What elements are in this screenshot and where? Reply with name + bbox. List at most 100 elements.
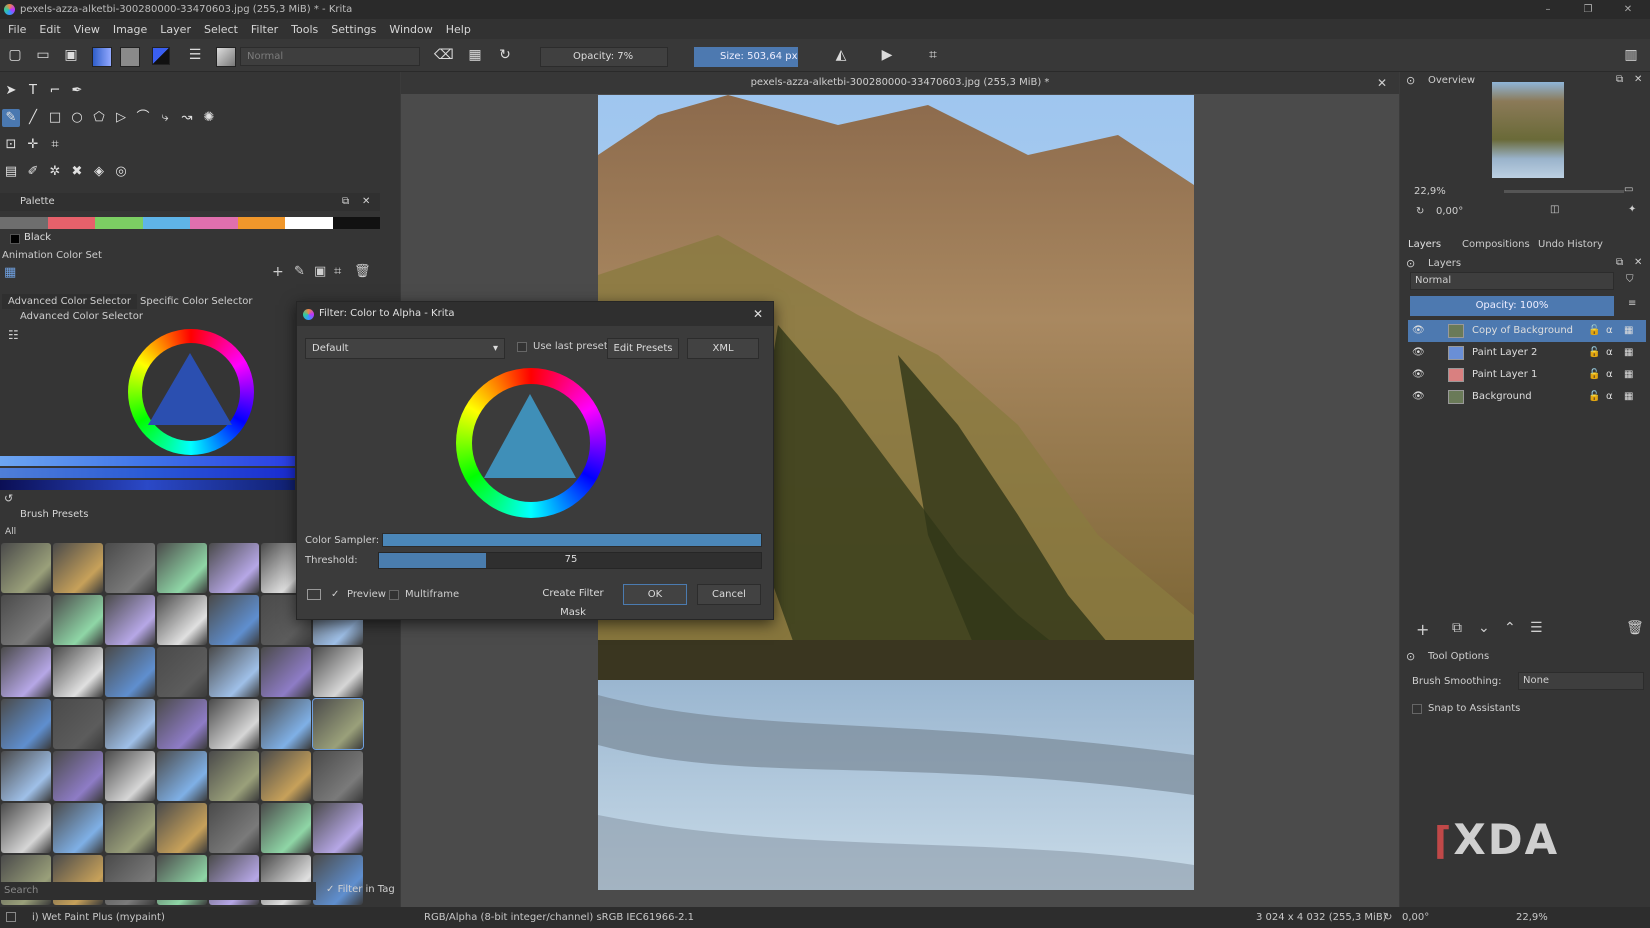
- color-slider-3[interactable]: [0, 480, 295, 490]
- layer-row[interactable]: 👁 Paint Layer 2 🔓 α ▦: [1408, 342, 1646, 364]
- workspace-icon[interactable]: ▥: [1622, 46, 1640, 64]
- alpha-lock-icon[interactable]: α: [1606, 386, 1613, 408]
- status-rotation[interactable]: 0,00°: [1402, 907, 1429, 928]
- line-tool-icon[interactable]: ╱: [24, 109, 42, 127]
- layer-row[interactable]: 👁 Paint Layer 1 🔓 α ▦: [1408, 364, 1646, 386]
- duplicate-layer-icon[interactable]: ⧉: [1452, 620, 1462, 636]
- brush-preset-tile[interactable]: [313, 855, 363, 905]
- inherit-alpha-icon[interactable]: ▦: [1624, 320, 1633, 342]
- gradient-swatch[interactable]: [92, 47, 112, 67]
- color-picker-tool-icon[interactable]: ✐: [24, 163, 42, 181]
- palette-swatch[interactable]: [332, 217, 380, 229]
- float-panel-icon[interactable]: ⧉: [1616, 74, 1623, 85]
- freehand-brush-tool-icon[interactable]: ✎: [2, 109, 20, 127]
- close-window-button[interactable]: ✕: [1610, 0, 1646, 19]
- eraser-icon[interactable]: ⌫: [434, 46, 454, 64]
- rectangle-tool-icon[interactable]: □: [46, 109, 64, 127]
- compare-preview-icon[interactable]: [307, 589, 321, 600]
- menu-window[interactable]: Window: [389, 23, 432, 36]
- brush-preset-tile[interactable]: [157, 647, 207, 697]
- document-tab[interactable]: pexels-azza-alketbi-300280000-33470603.j…: [401, 72, 1399, 94]
- maximize-button[interactable]: ❐: [1570, 0, 1606, 19]
- brush-preset-tile[interactable]: [105, 751, 155, 801]
- lock-icon[interactable]: 🔓: [1588, 386, 1600, 408]
- inherit-alpha-icon[interactable]: ▦: [1624, 342, 1633, 364]
- palette-swatch[interactable]: [47, 217, 95, 229]
- brush-preset-tile[interactable]: [105, 543, 155, 593]
- ellipse-tool-icon[interactable]: ○: [68, 109, 86, 127]
- minimize-button[interactable]: –: [1530, 0, 1566, 19]
- brush-preset-tile[interactable]: [1, 803, 51, 853]
- status-brush[interactable]: i) Wet Paint Plus (mypaint): [32, 907, 165, 928]
- brush-preset-tile[interactable]: [261, 803, 311, 853]
- brush-preset-tile[interactable]: [53, 803, 103, 853]
- menu-select[interactable]: Select: [204, 23, 238, 36]
- color-slider-1[interactable]: [0, 456, 295, 466]
- tab-advanced-color-selector[interactable]: Advanced Color Selector: [2, 294, 137, 309]
- layer-blend-select[interactable]: Normal: [1410, 272, 1614, 290]
- multibrush-tool-icon[interactable]: ✺: [200, 109, 218, 127]
- multiframe-checkbox[interactable]: [389, 590, 399, 600]
- brush-preset-tile[interactable]: [53, 595, 103, 645]
- add-color-icon[interactable]: +: [272, 264, 284, 280]
- menu-settings[interactable]: Settings: [331, 23, 376, 36]
- palette-swatch[interactable]: [237, 217, 285, 229]
- dialog-color-triangle[interactable]: [484, 394, 576, 478]
- brush-preset-tile[interactable]: [105, 647, 155, 697]
- move-layer-up-icon[interactable]: ⌃: [1504, 620, 1516, 636]
- reload-preset-icon[interactable]: ↻: [496, 46, 514, 64]
- alpha-lock-icon[interactable]: α: [1606, 364, 1613, 386]
- zoom-slider[interactable]: [1504, 190, 1624, 193]
- float-panel-icon[interactable]: ⧉: [342, 193, 349, 211]
- brush-preset-tile[interactable]: [53, 751, 103, 801]
- brush-preset-tile[interactable]: [105, 803, 155, 853]
- visibility-eye-icon[interactable]: 👁: [1412, 386, 1425, 408]
- assistant-tool-icon[interactable]: ✖: [68, 163, 86, 181]
- color-triangle[interactable]: [148, 353, 232, 425]
- create-filter-mask-button[interactable]: Create Filter Mask: [533, 584, 613, 618]
- palette-swatch[interactable]: [190, 217, 238, 229]
- brush-preset-tile[interactable]: [157, 543, 207, 593]
- close-panel-icon[interactable]: ✕: [362, 193, 370, 211]
- brush-preset-tile[interactable]: [209, 543, 259, 593]
- transform-tool-icon[interactable]: ⊡: [2, 136, 20, 154]
- xml-button[interactable]: XML: [687, 338, 759, 359]
- brush-preset-tile[interactable]: [157, 595, 207, 645]
- dialog-color-wheel[interactable]: [456, 368, 606, 518]
- brush-preset-tile[interactable]: [313, 647, 363, 697]
- layers-menu-icon[interactable]: ≡: [1628, 298, 1636, 309]
- brush-preset-tile[interactable]: [53, 543, 103, 593]
- palette-grid-icon[interactable]: ▦: [4, 265, 16, 280]
- inherit-alpha-icon[interactable]: ▦: [1624, 364, 1633, 386]
- brush-preset-icon[interactable]: [216, 47, 236, 67]
- edit-shapes-tool-icon[interactable]: ⌐: [46, 82, 64, 100]
- polygon-tool-icon[interactable]: ⬠: [90, 109, 108, 127]
- alpha-lock-icon[interactable]: ▦: [466, 46, 484, 64]
- brush-preset-tile[interactable]: [1, 647, 51, 697]
- opacity-slider[interactable]: Opacity: 7%: [540, 47, 668, 67]
- layer-opacity-slider[interactable]: Opacity: 100%: [1410, 296, 1614, 316]
- edit-presets-button[interactable]: Edit Presets: [607, 338, 679, 359]
- color-wheel[interactable]: [128, 329, 254, 455]
- reset-color-icon[interactable]: ↺: [4, 492, 13, 505]
- tab-specific-color-selector[interactable]: Specific Color Selector: [134, 294, 258, 309]
- polyline-tool-icon[interactable]: ▷: [112, 109, 130, 127]
- lock-icon[interactable]: 🔓: [1588, 342, 1600, 364]
- fit-to-view-icon[interactable]: ▭: [1624, 184, 1633, 195]
- freehand-path-tool-icon[interactable]: ⤷: [156, 109, 174, 127]
- panel-lock-icon[interactable]: ⊙: [1406, 650, 1415, 663]
- visibility-eye-icon[interactable]: 👁: [1412, 364, 1425, 386]
- blend-mode-select[interactable]: Normal: [240, 47, 420, 66]
- brush-preset-tile[interactable]: [157, 751, 207, 801]
- color-sampler-button[interactable]: [382, 533, 762, 547]
- move-tool-icon[interactable]: ✛: [24, 136, 42, 154]
- menu-edit[interactable]: Edit: [39, 23, 60, 36]
- fill-tool-icon[interactable]: ◈: [90, 163, 108, 181]
- brush-preset-tile[interactable]: [157, 803, 207, 853]
- brush-smoothing-select[interactable]: None: [1518, 672, 1644, 690]
- lock-icon[interactable]: 🔓: [1588, 364, 1600, 386]
- brush-preset-tile[interactable]: [1, 751, 51, 801]
- lock-icon[interactable]: 🔓: [1588, 320, 1600, 342]
- palette-layout-icon[interactable]: ⌗: [334, 264, 341, 279]
- select-shapes-tool-icon[interactable]: ➤: [2, 82, 20, 100]
